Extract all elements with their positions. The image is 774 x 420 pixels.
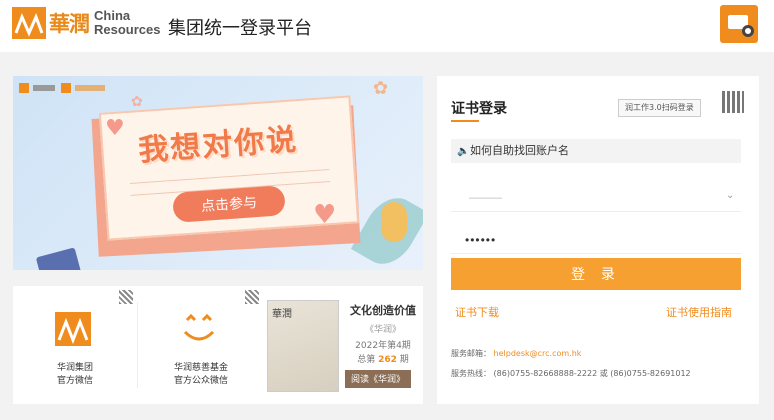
logo-en-line2: Resources <box>94 22 161 37</box>
scan-login-tag[interactable]: 润工作3.0扫码登录 <box>618 99 701 117</box>
divider <box>137 302 138 388</box>
total-prefix: 总第 <box>357 355 376 365</box>
read-magazine-button[interactable]: 阅读《华润》 <box>345 370 411 388</box>
label-line: 官方公众微信 <box>173 376 228 386</box>
flower-icon: ✿ <box>131 94 143 110</box>
magazine-name: 《华润》 <box>364 325 401 335</box>
banner-logos <box>19 82 109 96</box>
email-label: 服务邮箱： <box>451 349 491 358</box>
china-resources-logo-icon <box>55 312 91 346</box>
charity-wechat-card[interactable]: 华润慈善基金 官方公众微信 <box>139 286 263 404</box>
login-panel: 证书登录 润工作3.0扫码登录 🔈如何自助找回账户名 ⌄ 登 录 证书下载 证书… <box>437 76 759 404</box>
total-suffix: 期 <box>399 355 409 365</box>
china-resources-logo-icon <box>12 7 46 39</box>
heart-icon: ♥ <box>313 200 337 230</box>
qr-code-icon[interactable] <box>119 290 133 304</box>
clapper-icon <box>35 247 83 270</box>
logo-english-text: China Resources <box>94 9 160 37</box>
magazine-issue: 2022年第4期 <box>355 341 411 351</box>
total-number: 262 <box>378 355 397 365</box>
card-line <box>129 169 330 184</box>
flower-icon: ✿ <box>373 78 389 99</box>
help-text: 如何自助找回账户名 <box>470 144 569 157</box>
qr-code-icon[interactable] <box>722 91 744 113</box>
microphone-icon <box>381 202 407 242</box>
magazine-total: 总第 262 期 <box>343 352 423 365</box>
charity-wechat-label: 华润慈善基金 官方公众微信 <box>139 362 263 388</box>
login-button[interactable]: 登 录 <box>451 258 741 290</box>
label-line: 华润慈善基金 <box>173 363 228 373</box>
certificate-guide-link[interactable]: 证书使用指南 <box>666 304 732 320</box>
magazine-cover[interactable]: 華潤 <box>267 300 339 392</box>
service-hotline: 服务热线： (86)0755-82668888-2222 或 (86)0755-… <box>451 368 691 379</box>
qr-code-icon[interactable] <box>245 290 259 304</box>
service-email: 服务邮箱： helpdesk@crc.com.hk <box>451 348 581 359</box>
top-header: 華潤 China Resources 集团统一登录平台 <box>0 0 774 52</box>
phone-label: 服务热线： <box>451 369 491 378</box>
page-title: 集团统一登录平台 <box>168 18 312 39</box>
chevron-down-icon[interactable]: ⌄ <box>726 190 734 201</box>
group-wechat-label: 华润集团 官方微信 <box>13 362 137 388</box>
assistant-icon[interactable] <box>720 5 758 43</box>
speaker-icon: 🔈 <box>457 146 470 157</box>
password-field[interactable] <box>451 226 741 254</box>
logo-en-line1: China <box>94 8 131 23</box>
charity-logo-icon <box>181 312 217 346</box>
label-line: 华润集团 <box>56 363 93 373</box>
email-link[interactable]: helpdesk@crc.com.hk <box>494 349 582 358</box>
magazine-heading: 文化创造价值 <box>350 304 416 317</box>
phone-value: (86)0755-82668888-2222 或 (86)0755-826910… <box>493 369 691 378</box>
heart-icon: ♥ <box>105 116 125 141</box>
certificate-download-link[interactable]: 证书下载 <box>455 304 499 320</box>
cover-title: 華潤 <box>272 309 292 320</box>
logo-chinese-text: 華潤 <box>49 11 90 36</box>
tab-certificate-login[interactable]: 证书登录 <box>451 98 507 118</box>
account-select[interactable] <box>451 184 741 212</box>
promo-banner[interactable]: ♥ ♥ ✿ ✿ 我想对你说 点击参与 <box>13 76 423 270</box>
tab-underline <box>451 120 479 122</box>
group-wechat-card[interactable]: 华润集团 官方微信 <box>13 286 137 404</box>
help-bar[interactable]: 🔈如何自助找回账户名 <box>451 139 741 163</box>
label-line: 官方微信 <box>56 376 93 386</box>
info-panel: 华润集团 官方微信 华润慈善基金 官方公众微信 華潤 文化创造价值 《华润》 2… <box>13 286 423 404</box>
